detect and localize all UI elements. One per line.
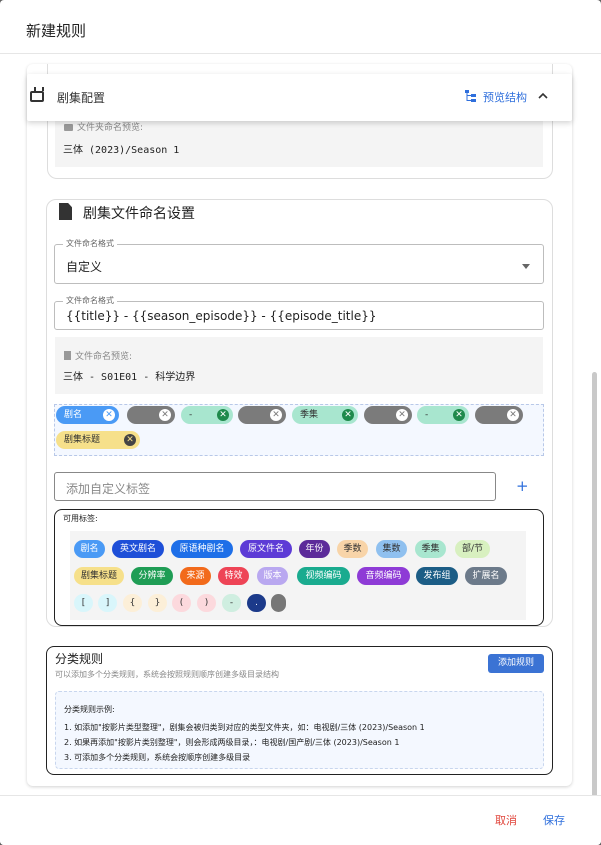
available-tags-list: 剧名 英文剧名 原语种剧名 原文件名 年份 季数 集数 季集 部/节 剧集标题 … [70,531,526,620]
remove-chip-icon[interactable]: ✕ [124,434,136,446]
tag-option[interactable]: 集数 [376,540,407,558]
custom-tag-placeholder: 添加自定义标签 [66,482,151,496]
folder-icon [64,124,73,131]
folder-preview-value: 三体 (2023)/Season 1 [63,145,180,156]
dialog-body: 文件夹命名预览: 三体 (2023)/Season 1 剧集配置 预览结构 剧集… [0,54,601,795]
selected-chip[interactable]: ✕ [238,406,286,424]
available-tags-title: 可用标签: [63,514,98,523]
tag-option[interactable]: 版本 [257,567,288,585]
selected-chip[interactable]: ✕ [127,406,175,424]
preview-structure-button[interactable]: 预览结构 [483,89,527,105]
selected-chip[interactable]: - ✕ [181,406,233,424]
classification-example: 分类规则示例: 1. 如添加"按影片类型整理"，剧集会被归类到对应的类型文件夹，… [55,691,544,769]
remove-chip-icon[interactable]: ✕ [159,409,171,421]
naming-format-legend: 文件命名格式 [63,238,117,249]
tag-option[interactable]: 分辨率 [131,567,173,585]
naming-template-value: {{title}} - {{season_episode}} - {{episo… [66,309,377,323]
tag-option[interactable]: 原文件名 [240,540,292,558]
naming-template-input[interactable]: 文件命名格式 {{title}} - {{season_episode}} - … [54,295,544,330]
selected-chip[interactable]: 季集 ✕ [292,406,358,424]
example-title: 分类规则示例: [64,705,115,714]
tag-option[interactable]: 发布组 [416,567,458,585]
tag-option[interactable]: 视频编码 [297,567,350,585]
folder-preview-label: 文件夹命名预览: [64,120,143,133]
tag-option[interactable]: 特效 [218,567,249,585]
selected-chip[interactable]: - ✕ [417,406,469,424]
series-config-title: 剧集配置 [57,91,106,105]
tag-option[interactable]: ] [98,594,117,612]
remove-chip-icon[interactable]: ✕ [217,409,229,421]
save-button[interactable]: 保存 [543,812,565,828]
remove-chip-icon[interactable]: ✕ [103,409,115,421]
naming-template-legend: 文件命名格式 [63,295,117,306]
remove-chip-icon[interactable]: ✕ [396,409,408,421]
tag-option[interactable]: 季数 [337,540,368,558]
scrollbar[interactable] [592,372,597,795]
cancel-button[interactable]: 取消 [495,812,517,828]
tag-option[interactable]: { [123,594,142,612]
available-tags-panel: 可用标签: 剧名 英文剧名 原语种剧名 原文件名 年份 季数 集数 季集 部/节… [54,509,544,626]
tv-icon [30,91,44,102]
classification-subtitle: 可以添加多个分类规则，系统会按照规则顺序创建多级目录结构 [55,670,279,679]
file-naming-heading: 剧集文件命名设置 [83,206,195,222]
classification-heading: 分类规则 [55,652,104,666]
naming-format-select[interactable]: 文件命名格式 自定义 [54,238,544,284]
remove-chip-icon[interactable]: ✕ [453,409,465,421]
tag-option[interactable]: 英文剧名 [112,540,164,558]
dialog-footer: 取消 保存 [0,795,601,845]
add-custom-tag-button[interactable]: + [516,477,529,495]
tag-option[interactable]: 原语种剧名 [171,540,233,558]
file-preview: 文件命名预览: 三体 - S01E01 - 科学边界 [55,337,543,394]
file-icon [64,351,71,360]
new-rule-dialog: 新建规则 文件夹命名预览: 三体 (2023)/Season 1 剧集配置 预览… [0,0,601,845]
series-config-header[interactable]: 剧集配置 预览结构 [27,74,572,121]
tag-option[interactable]: 剧名 [74,540,105,558]
example-line: 3. 可添加多个分类规则，系统会按顺序创建多级目录 [64,753,251,762]
remove-chip-icon[interactable]: ✕ [507,409,519,421]
example-line: 1. 如添加"按影片类型整理"，剧集会被归类到对应的类型文件夹，如：电视剧/三体… [64,723,425,732]
selected-tags-area: 剧名 ✕ ✕ - ✕ ✕ 季集 ✕ ✕ - ✕ ✕ 剧集标题 ✕ [54,404,544,456]
tag-option[interactable]: 剧集标题 [74,567,124,585]
remove-chip-icon[interactable]: ✕ [342,409,354,421]
chevron-up-icon[interactable] [538,92,548,99]
document-icon [59,203,72,220]
tag-option[interactable]: } [148,594,167,612]
tag-option[interactable]: 年份 [299,540,330,558]
selected-chip[interactable]: 剧集标题 ✕ [56,431,140,449]
selected-chip[interactable]: 剧名 ✕ [56,406,119,424]
tag-option[interactable]: [ [74,594,93,612]
tag-option[interactable]: 部/节 [455,540,490,558]
tree-structure-icon [465,90,476,102]
tag-option[interactable]: ( [172,594,191,612]
tag-option[interactable]: . [247,594,266,612]
naming-format-value: 自定义 [66,260,103,274]
dropdown-caret-icon [522,264,530,269]
tag-option[interactable]: ) [197,594,216,612]
tag-option[interactable] [271,594,286,612]
file-preview-label: 文件命名预览: [64,349,132,362]
classification-rules-card: 分类规则 可以添加多个分类规则，系统会按照规则顺序创建多级目录结构 添加规则 分… [46,646,553,775]
selected-chip[interactable]: ✕ [364,406,412,424]
tag-option[interactable]: 扩展名 [465,567,507,585]
dialog-title: 新建规则 [0,0,601,54]
selected-chip[interactable]: ✕ [475,406,523,424]
tag-option[interactable]: 音频编码 [357,567,410,585]
file-preview-value: 三体 - S01E01 - 科学边界 [63,372,196,383]
tag-option[interactable]: 季集 [415,540,446,558]
tag-option[interactable]: - [222,594,241,612]
tag-option[interactable]: 来源 [180,567,211,585]
example-line: 2. 如果再添加"按影片类别整理"，则会形成两级目录，：电视剧/国产剧/三体 (… [64,738,400,747]
remove-chip-icon[interactable]: ✕ [270,409,282,421]
add-rule-button[interactable]: 添加规则 [488,654,544,673]
custom-tag-input[interactable]: 添加自定义标签 [54,472,496,501]
